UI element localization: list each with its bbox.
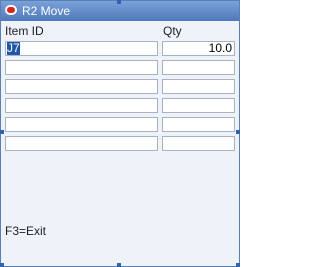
item-id-column-header: Item ID <box>5 24 44 38</box>
resize-handle-right[interactable] <box>236 130 240 134</box>
resize-handle-bottom-right[interactable] <box>236 263 240 267</box>
item-id-field[interactable] <box>5 117 158 132</box>
window-title: R2 Move <box>22 4 71 18</box>
item-id-field[interactable] <box>5 79 158 94</box>
app-window: R2 Move Item ID Qty J7 10.0 F3=Exit <box>0 0 240 267</box>
qty-field[interactable] <box>162 136 235 151</box>
resize-handle-left[interactable] <box>0 130 4 134</box>
item-id-field[interactable] <box>5 60 158 75</box>
qty-field[interactable] <box>162 79 235 94</box>
qty-field[interactable] <box>162 60 235 75</box>
qty-column-header: Qty <box>163 24 182 38</box>
qty-field[interactable]: 10.0 <box>162 41 235 56</box>
item-id-field[interactable] <box>5 98 158 113</box>
qty-field[interactable] <box>162 98 235 113</box>
item-id-field[interactable]: J7 <box>5 41 158 56</box>
selected-text: J7 <box>7 41 20 55</box>
qty-field[interactable] <box>162 117 235 132</box>
resize-handle-bottom-left[interactable] <box>0 263 4 267</box>
resize-handle-top[interactable] <box>117 0 121 4</box>
item-id-field[interactable] <box>5 136 158 151</box>
resize-handle-bottom[interactable] <box>117 263 121 267</box>
exit-hint: F3=Exit <box>5 224 47 238</box>
oracle-logo-icon <box>5 5 17 15</box>
title-bar: R2 Move <box>1 1 239 21</box>
